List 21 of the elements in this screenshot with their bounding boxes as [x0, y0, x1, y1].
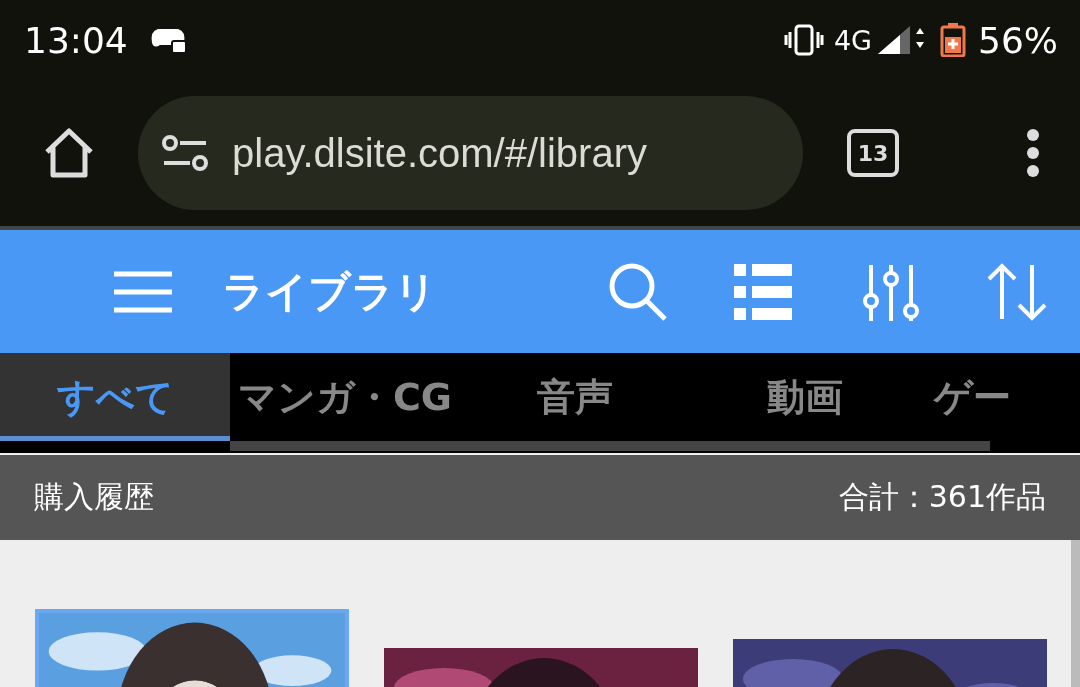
search-icon[interactable] — [608, 261, 668, 322]
total-count: 合計：361作品 — [838, 478, 1046, 516]
clock: 13:04 — [24, 19, 128, 61]
tab-count-button[interactable]: 13 — [847, 129, 899, 177]
page-title: ライブラリ — [222, 265, 437, 318]
more-icon[interactable] — [1026, 129, 1040, 177]
battery-icon — [938, 23, 968, 57]
page-scrollbar[interactable] — [1071, 540, 1080, 687]
address-bar[interactable]: play.dlsite.com/#/library — [138, 96, 803, 210]
sort-icon[interactable] — [986, 262, 1048, 321]
filter-sliders-icon[interactable] — [862, 262, 920, 321]
section-title: 購入履歴 — [34, 478, 154, 516]
network-type: 4G — [833, 24, 872, 56]
signal-icon — [876, 24, 924, 56]
vibrate-icon — [783, 24, 824, 56]
tab-scrollbar[interactable] — [230, 441, 990, 451]
list-view-icon[interactable] — [734, 263, 792, 320]
category-tab[interactable]: すべて — [0, 353, 230, 441]
battery-level: 56% — [978, 19, 1058, 61]
site-settings-icon[interactable] — [162, 135, 208, 171]
menu-icon[interactable] — [114, 270, 172, 313]
